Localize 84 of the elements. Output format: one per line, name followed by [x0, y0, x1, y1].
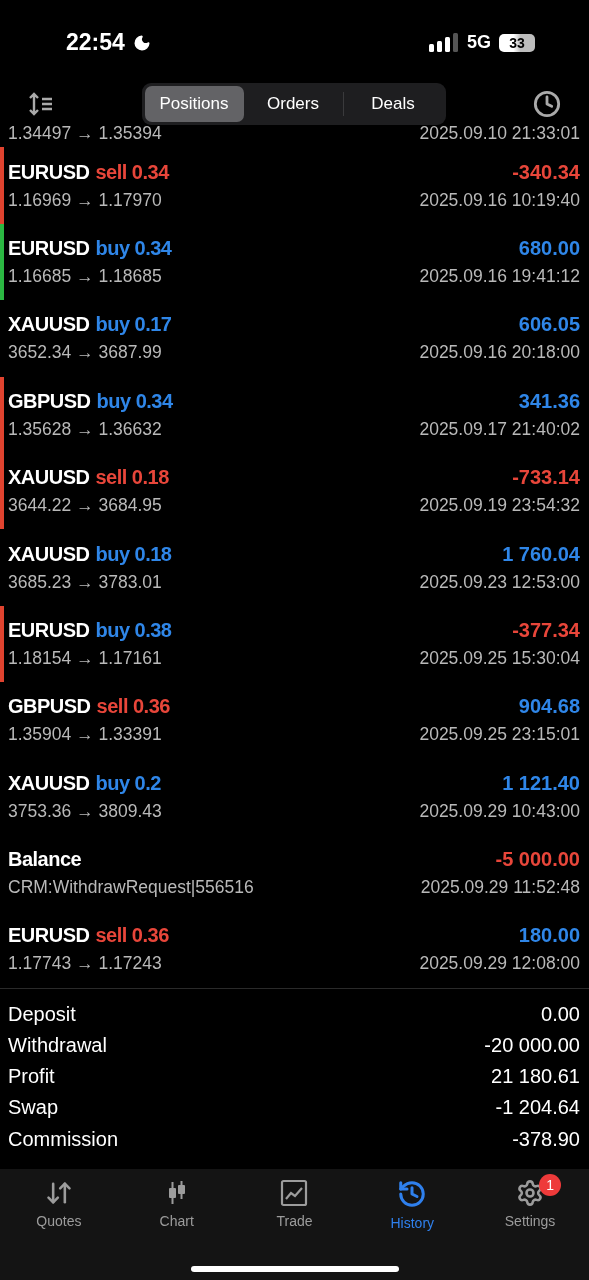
trade-type: sell 0.34 [95, 160, 169, 183]
trade-type: sell 0.36 [96, 695, 170, 718]
summary-label: Withdrawal [8, 1033, 107, 1057]
trade-type: buy 0.38 [95, 618, 172, 641]
summary-label: Deposit [8, 1002, 76, 1026]
trade-type: buy 0.18 [95, 542, 172, 565]
profit-value: 1 760.04 [502, 542, 580, 566]
symbol-label: XAUUSD [8, 771, 90, 794]
profit-value: 341.36 [518, 389, 580, 413]
notification-badge: 1 [539, 1173, 562, 1196]
symbol-label: Balance [8, 848, 82, 871]
deal-time: 2025.09.25 23:15:01 [419, 724, 580, 746]
symbol-label: XAUUSD [8, 466, 90, 489]
clock-time: 22:54 [66, 29, 125, 57]
summary-value: -1 204.64 [495, 1096, 580, 1120]
deal-time: 2025.09.19 23:54:32 [419, 495, 580, 517]
summary-value: 0.00 [541, 1002, 580, 1026]
trade-type: buy 0.2 [95, 771, 161, 794]
price-range: 1.35904 → 1.33391 [8, 724, 162, 746]
tab-bar-item[interactable]: History [353, 1178, 472, 1231]
deal-time: 2025.09.25 15:30:04 [419, 647, 580, 669]
profit-value: -5 000.00 [495, 848, 580, 872]
price-range: 1.17743 → 1.17243 [8, 953, 162, 975]
price-range: 3753.36 → 3809.43 [8, 800, 162, 822]
symbol-label: GBPUSD [8, 695, 91, 718]
line-chart-icon [280, 1178, 309, 1207]
profit-value: -733.14 [512, 466, 580, 490]
profit-value: -377.34 [512, 618, 580, 642]
history-icon [397, 1178, 428, 1209]
symbol-label: EURUSD [8, 618, 90, 641]
trade-type: sell 0.36 [95, 924, 169, 947]
deal-time: 2025.09.16 19:41:12 [419, 265, 580, 287]
summary-value: -378.90 [512, 1127, 580, 1151]
price-range: CRM:WithdrawRequest|556516 [8, 877, 254, 899]
profit-value: 904.68 [518, 695, 580, 719]
segment-tab[interactable]: Deals [343, 85, 443, 122]
profit-value: 180.00 [518, 924, 580, 948]
price-range: 3652.34 → 3687.99 [8, 342, 162, 364]
symbol-label: XAUUSD [8, 313, 90, 336]
network-label: 5G [467, 32, 491, 54]
deal-time: 2025.09.29 10:43:00 [419, 800, 580, 822]
symbol-label: GBPUSD [8, 389, 91, 412]
summary-value: -20 000.00 [484, 1033, 580, 1057]
profit-value: -340.34 [512, 160, 580, 184]
summary-value: 21 180.61 [491, 1065, 580, 1089]
trade-type: buy 0.17 [95, 313, 172, 336]
deal-time: 2025.09.29 12:08:00 [419, 953, 580, 975]
tab-bar-item[interactable]: Chart [117, 1178, 236, 1231]
segment-tab[interactable]: Positions [144, 85, 244, 122]
segment-tab[interactable]: Orders [243, 85, 343, 122]
symbol-label: XAUUSD [8, 542, 90, 565]
profit-value: 680.00 [518, 236, 580, 260]
price-range: 1.16969 → 1.17970 [8, 189, 162, 211]
signal-icon [429, 32, 459, 53]
summary-label: Swap [8, 1096, 59, 1120]
symbol-label: EURUSD [8, 924, 90, 947]
deal-time: 2025.09.17 21:40:02 [419, 418, 580, 440]
profit-value: 606.05 [518, 313, 580, 337]
battery-icon: 33 [499, 33, 535, 52]
trade-type: sell 0.18 [95, 466, 169, 489]
symbol-label: EURUSD [8, 236, 90, 259]
deal-time: 2025.09.16 10:19:40 [419, 189, 580, 211]
tab-bar-item[interactable]: Quotes [0, 1178, 118, 1231]
summary-label: Commission [8, 1127, 119, 1151]
deal-time: 2025.09.29 11:52:48 [420, 877, 580, 899]
sort-icon[interactable] [28, 91, 54, 116]
summary-label: Profit [8, 1065, 55, 1089]
deal-time: 2025.09.10 21:33:01 [419, 123, 580, 145]
moon-icon [132, 33, 151, 52]
price-range: 3644.22 → 3684.95 [8, 495, 162, 517]
tab-bar-item[interactable]: Trade [235, 1178, 354, 1231]
clock-icon[interactable] [533, 89, 561, 118]
deal-time: 2025.09.23 12:53:00 [419, 571, 580, 593]
settings-icon [516, 1178, 545, 1207]
symbol-label: EURUSD [8, 160, 90, 183]
price-range: 1.35628 → 1.36632 [8, 418, 162, 440]
profit-value: 1 121.40 [502, 771, 580, 795]
price-range: 1.34497 → 1.35394 [8, 123, 162, 145]
price-range: 3685.23 → 3783.01 [8, 571, 162, 593]
trade-type: buy 0.34 [96, 389, 173, 412]
trade-type: buy 0.34 [95, 236, 172, 259]
price-range: 1.18154 → 1.17161 [8, 647, 162, 669]
price-range: 1.16685 → 1.18685 [8, 265, 162, 287]
deal-time: 2025.09.16 20:18:00 [419, 342, 580, 364]
